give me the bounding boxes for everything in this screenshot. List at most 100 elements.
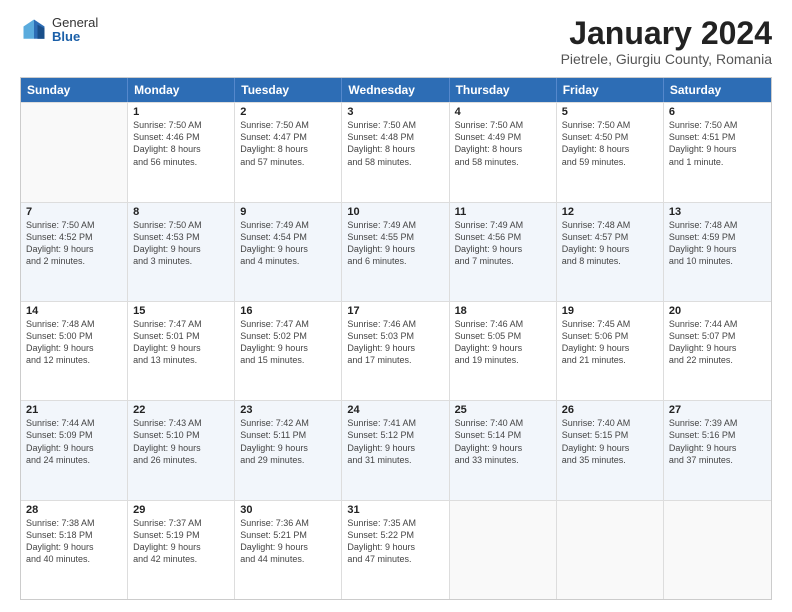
day-number: 2 — [240, 106, 336, 118]
calendar-cell-1-4: 11Sunrise: 7:49 AM Sunset: 4:56 PM Dayli… — [450, 203, 557, 301]
day-number: 20 — [669, 305, 766, 317]
calendar-cell-4-2: 30Sunrise: 7:36 AM Sunset: 5:21 PM Dayli… — [235, 501, 342, 599]
calendar-cell-3-2: 23Sunrise: 7:42 AM Sunset: 5:11 PM Dayli… — [235, 401, 342, 499]
calendar-cell-2-0: 14Sunrise: 7:48 AM Sunset: 5:00 PM Dayli… — [21, 302, 128, 400]
logo: General Blue — [20, 16, 98, 45]
day-info: Sunrise: 7:49 AM Sunset: 4:56 PM Dayligh… — [455, 219, 551, 268]
day-info: Sunrise: 7:49 AM Sunset: 4:55 PM Dayligh… — [347, 219, 443, 268]
calendar-cell-2-4: 18Sunrise: 7:46 AM Sunset: 5:05 PM Dayli… — [450, 302, 557, 400]
day-info: Sunrise: 7:45 AM Sunset: 5:06 PM Dayligh… — [562, 318, 658, 367]
calendar-header-row: SundayMondayTuesdayWednesdayThursdayFrid… — [21, 78, 771, 102]
calendar: SundayMondayTuesdayWednesdayThursdayFrid… — [20, 77, 772, 600]
day-info: Sunrise: 7:43 AM Sunset: 5:10 PM Dayligh… — [133, 417, 229, 466]
calendar-cell-0-3: 3Sunrise: 7:50 AM Sunset: 4:48 PM Daylig… — [342, 103, 449, 201]
logo-text: General Blue — [52, 16, 98, 45]
calendar-cell-4-0: 28Sunrise: 7:38 AM Sunset: 5:18 PM Dayli… — [21, 501, 128, 599]
calendar-cell-0-0 — [21, 103, 128, 201]
day-number: 19 — [562, 305, 658, 317]
day-number: 16 — [240, 305, 336, 317]
day-info: Sunrise: 7:46 AM Sunset: 5:03 PM Dayligh… — [347, 318, 443, 367]
day-number: 7 — [26, 206, 122, 218]
logo-general-text: General — [52, 16, 98, 30]
calendar-cell-3-1: 22Sunrise: 7:43 AM Sunset: 5:10 PM Dayli… — [128, 401, 235, 499]
calendar-cell-0-2: 2Sunrise: 7:50 AM Sunset: 4:47 PM Daylig… — [235, 103, 342, 201]
day-number: 1 — [133, 106, 229, 118]
day-number: 17 — [347, 305, 443, 317]
day-info: Sunrise: 7:44 AM Sunset: 5:07 PM Dayligh… — [669, 318, 766, 367]
calendar-cell-1-6: 13Sunrise: 7:48 AM Sunset: 4:59 PM Dayli… — [664, 203, 771, 301]
calendar-cell-0-4: 4Sunrise: 7:50 AM Sunset: 4:49 PM Daylig… — [450, 103, 557, 201]
day-info: Sunrise: 7:50 AM Sunset: 4:51 PM Dayligh… — [669, 119, 766, 168]
day-number: 23 — [240, 404, 336, 416]
calendar-cell-4-3: 31Sunrise: 7:35 AM Sunset: 5:22 PM Dayli… — [342, 501, 449, 599]
header: General Blue January 2024 Pietrele, Giur… — [20, 16, 772, 67]
title-block: January 2024 Pietrele, Giurgiu County, R… — [561, 16, 772, 67]
calendar-cell-4-4 — [450, 501, 557, 599]
calendar-header-sunday: Sunday — [21, 78, 128, 102]
calendar-cell-4-1: 29Sunrise: 7:37 AM Sunset: 5:19 PM Dayli… — [128, 501, 235, 599]
day-info: Sunrise: 7:50 AM Sunset: 4:52 PM Dayligh… — [26, 219, 122, 268]
day-number: 14 — [26, 305, 122, 317]
day-info: Sunrise: 7:50 AM Sunset: 4:53 PM Dayligh… — [133, 219, 229, 268]
day-info: Sunrise: 7:39 AM Sunset: 5:16 PM Dayligh… — [669, 417, 766, 466]
day-info: Sunrise: 7:42 AM Sunset: 5:11 PM Dayligh… — [240, 417, 336, 466]
calendar-header-tuesday: Tuesday — [235, 78, 342, 102]
day-info: Sunrise: 7:49 AM Sunset: 4:54 PM Dayligh… — [240, 219, 336, 268]
calendar-row-2: 14Sunrise: 7:48 AM Sunset: 5:00 PM Dayli… — [21, 301, 771, 400]
calendar-row-1: 7Sunrise: 7:50 AM Sunset: 4:52 PM Daylig… — [21, 202, 771, 301]
logo-blue-text: Blue — [52, 30, 98, 44]
day-number: 30 — [240, 504, 336, 516]
day-info: Sunrise: 7:50 AM Sunset: 4:46 PM Dayligh… — [133, 119, 229, 168]
day-number: 4 — [455, 106, 551, 118]
calendar-cell-1-1: 8Sunrise: 7:50 AM Sunset: 4:53 PM Daylig… — [128, 203, 235, 301]
day-number: 12 — [562, 206, 658, 218]
calendar-body: 1Sunrise: 7:50 AM Sunset: 4:46 PM Daylig… — [21, 102, 771, 599]
day-info: Sunrise: 7:35 AM Sunset: 5:22 PM Dayligh… — [347, 517, 443, 566]
day-info: Sunrise: 7:48 AM Sunset: 4:59 PM Dayligh… — [669, 219, 766, 268]
day-info: Sunrise: 7:44 AM Sunset: 5:09 PM Dayligh… — [26, 417, 122, 466]
calendar-cell-3-6: 27Sunrise: 7:39 AM Sunset: 5:16 PM Dayli… — [664, 401, 771, 499]
calendar-cell-0-5: 5Sunrise: 7:50 AM Sunset: 4:50 PM Daylig… — [557, 103, 664, 201]
day-number: 6 — [669, 106, 766, 118]
calendar-cell-1-2: 9Sunrise: 7:49 AM Sunset: 4:54 PM Daylig… — [235, 203, 342, 301]
day-number: 5 — [562, 106, 658, 118]
calendar-header-saturday: Saturday — [664, 78, 771, 102]
day-number: 24 — [347, 404, 443, 416]
calendar-cell-3-0: 21Sunrise: 7:44 AM Sunset: 5:09 PM Dayli… — [21, 401, 128, 499]
calendar-cell-0-6: 6Sunrise: 7:50 AM Sunset: 4:51 PM Daylig… — [664, 103, 771, 201]
calendar-cell-2-3: 17Sunrise: 7:46 AM Sunset: 5:03 PM Dayli… — [342, 302, 449, 400]
day-info: Sunrise: 7:36 AM Sunset: 5:21 PM Dayligh… — [240, 517, 336, 566]
calendar-cell-1-3: 10Sunrise: 7:49 AM Sunset: 4:55 PM Dayli… — [342, 203, 449, 301]
day-number: 10 — [347, 206, 443, 218]
calendar-row-0: 1Sunrise: 7:50 AM Sunset: 4:46 PM Daylig… — [21, 102, 771, 201]
day-info: Sunrise: 7:48 AM Sunset: 4:57 PM Dayligh… — [562, 219, 658, 268]
title-month: January 2024 — [561, 16, 772, 51]
day-number: 13 — [669, 206, 766, 218]
day-number: 25 — [455, 404, 551, 416]
day-info: Sunrise: 7:50 AM Sunset: 4:47 PM Dayligh… — [240, 119, 336, 168]
day-number: 26 — [562, 404, 658, 416]
day-number: 18 — [455, 305, 551, 317]
day-number: 3 — [347, 106, 443, 118]
calendar-header-wednesday: Wednesday — [342, 78, 449, 102]
day-number: 9 — [240, 206, 336, 218]
day-number: 8 — [133, 206, 229, 218]
calendar-cell-2-1: 15Sunrise: 7:47 AM Sunset: 5:01 PM Dayli… — [128, 302, 235, 400]
day-number: 21 — [26, 404, 122, 416]
calendar-cell-3-4: 25Sunrise: 7:40 AM Sunset: 5:14 PM Dayli… — [450, 401, 557, 499]
day-number: 31 — [347, 504, 443, 516]
calendar-cell-1-5: 12Sunrise: 7:48 AM Sunset: 4:57 PM Dayli… — [557, 203, 664, 301]
day-info: Sunrise: 7:50 AM Sunset: 4:49 PM Dayligh… — [455, 119, 551, 168]
day-info: Sunrise: 7:47 AM Sunset: 5:01 PM Dayligh… — [133, 318, 229, 367]
day-number: 15 — [133, 305, 229, 317]
calendar-cell-3-3: 24Sunrise: 7:41 AM Sunset: 5:12 PM Dayli… — [342, 401, 449, 499]
day-info: Sunrise: 7:41 AM Sunset: 5:12 PM Dayligh… — [347, 417, 443, 466]
calendar-cell-2-6: 20Sunrise: 7:44 AM Sunset: 5:07 PM Dayli… — [664, 302, 771, 400]
day-info: Sunrise: 7:38 AM Sunset: 5:18 PM Dayligh… — [26, 517, 122, 566]
calendar-cell-1-0: 7Sunrise: 7:50 AM Sunset: 4:52 PM Daylig… — [21, 203, 128, 301]
calendar-cell-4-5 — [557, 501, 664, 599]
calendar-cell-4-6 — [664, 501, 771, 599]
day-info: Sunrise: 7:50 AM Sunset: 4:50 PM Dayligh… — [562, 119, 658, 168]
title-location: Pietrele, Giurgiu County, Romania — [561, 51, 772, 67]
calendar-header-monday: Monday — [128, 78, 235, 102]
